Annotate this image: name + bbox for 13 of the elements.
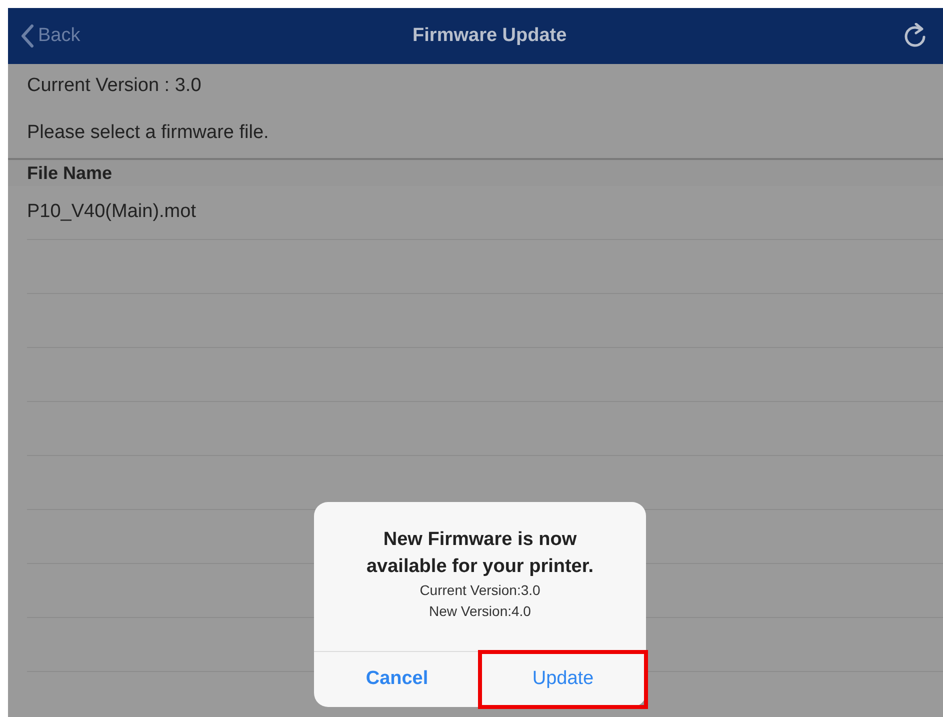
file-name-cell[interactable]: P10_V40(Main).mot [27,198,196,227]
refresh-icon [903,23,927,49]
screen-title: Firmware Update [412,24,567,48]
column-header: File Name [27,162,112,184]
alert-message: New Version:4.0 [429,602,531,621]
alert-message: Current Version:3.0 [420,581,540,600]
alert-title: New Firmware is now available for your printer. [365,528,595,579]
update-button[interactable]: Update [480,652,646,707]
cancel-button[interactable]: Cancel [314,652,480,707]
instruction-text: Please select a firmware file. [27,120,269,145]
chevron-left-icon [20,24,34,48]
back-button[interactable]: Back [20,22,80,50]
current-version-text: Current Version : 3.0 [27,74,202,98]
